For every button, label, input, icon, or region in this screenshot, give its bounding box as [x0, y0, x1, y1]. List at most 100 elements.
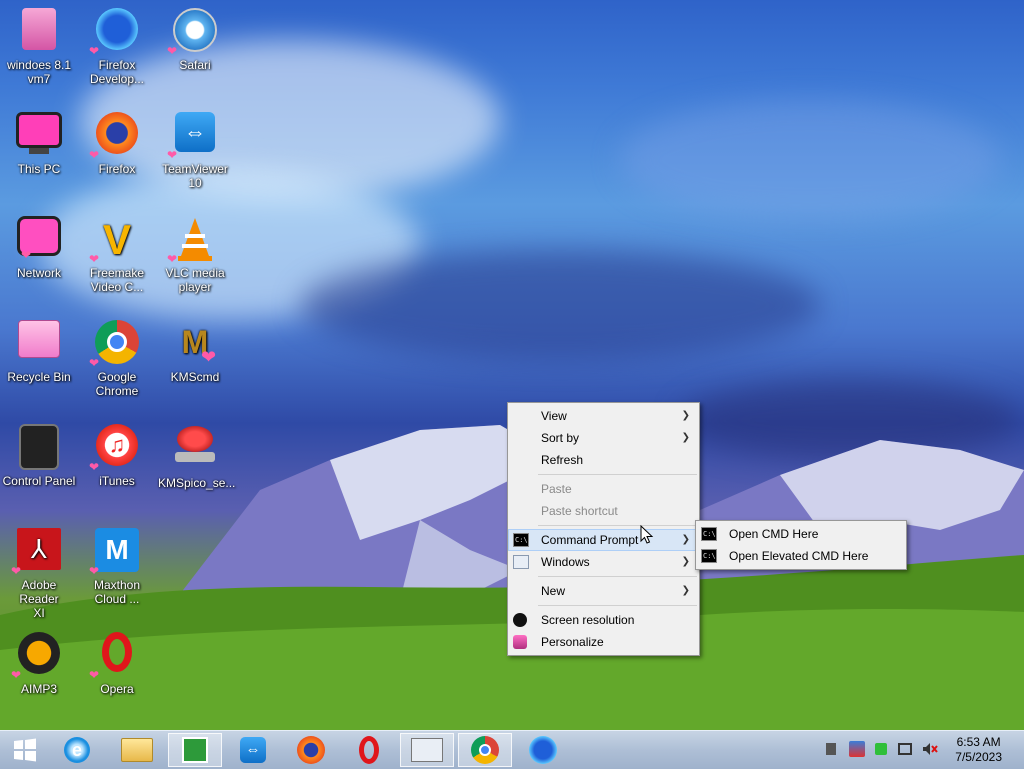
menu-item-refresh[interactable]: Refresh: [508, 449, 699, 471]
maxthon-icon: M ❤: [89, 528, 141, 578]
menu-item-new[interactable]: New ❯: [508, 580, 699, 602]
menu-separator: [538, 576, 697, 577]
security-shield-icon[interactable]: [849, 741, 865, 757]
taskbar-chrome[interactable]: [458, 733, 512, 767]
control-panel-icon: [15, 424, 63, 472]
desktop-icon-firefox-developer[interactable]: ❤ Firefox Develop...: [78, 2, 156, 86]
menu-item-label: Screen resolution: [541, 613, 635, 627]
volume-muted-icon[interactable]: [922, 741, 938, 757]
desktop-icon-this-pc[interactable]: This PC: [0, 106, 78, 176]
menu-item-label: Open CMD Here: [729, 527, 819, 541]
kmscmd-icon: M ❤: [181, 324, 217, 367]
desktop-icon-adobe-reader[interactable]: ⅄ ❤ Adobe Reader XI: [0, 522, 78, 620]
taskbar-opera[interactable]: [342, 733, 396, 767]
network-status-icon[interactable]: [898, 743, 912, 755]
taskbar-store[interactable]: [168, 733, 222, 767]
menu-item-sort-by[interactable]: Sort by ❯: [508, 427, 699, 449]
taskbar-internet-explorer[interactable]: e: [50, 733, 104, 767]
menu-item-open-cmd-here[interactable]: C:\ Open CMD Here: [696, 523, 906, 545]
network-icon: ❤: [15, 216, 63, 264]
menu-item-personalize[interactable]: Personalize: [508, 631, 699, 653]
opera-icon: ❤: [89, 632, 141, 682]
menu-item-label: View: [541, 409, 567, 423]
store-icon: [182, 737, 208, 763]
taskbar: e ⇔ 6:53 AM 7/5/2023: [0, 730, 1024, 769]
menu-item-screen-resolution[interactable]: Screen resolution: [508, 609, 699, 631]
chrome-icon: [471, 736, 499, 764]
chevron-right-icon: ❯: [681, 585, 690, 596]
taskbar-clock[interactable]: 6:53 AM 7/5/2023: [955, 735, 1002, 765]
desktop-icon-kmscmd[interactable]: M ❤ KMScmd: [156, 314, 234, 384]
menu-item-label: Windows: [541, 555, 590, 569]
desktop-icon-teamviewer[interactable]: ⇔ ❤ TeamViewer 10: [156, 106, 234, 190]
menu-item-label: Paste shortcut: [541, 504, 618, 518]
desktop-icon-maxthon[interactable]: M ❤ Maxthon Cloud ...: [78, 522, 156, 606]
windows-icon: [513, 555, 529, 569]
kmspico-icon: [171, 426, 219, 474]
menu-item-label: Refresh: [541, 453, 584, 467]
this-pc-icon: [15, 112, 63, 160]
safari-icon: ❤: [167, 8, 219, 58]
taskbar-firefox[interactable]: [284, 733, 338, 767]
menu-item-command-prompt[interactable]: C:\ Command Prompt ❯: [508, 529, 699, 551]
wallpaper-cloud: [620, 100, 1000, 220]
menu-item-open-elevated-cmd-here[interactable]: C:\ Open Elevated CMD Here: [696, 545, 906, 567]
menu-item-label: Open Elevated CMD Here: [729, 549, 869, 563]
teamviewer-icon: ⇔ ❤: [167, 112, 219, 162]
taskbar-firefox-developer[interactable]: [516, 733, 570, 767]
desktop-icon-itunes[interactable]: ♫ ❤ iTunes: [78, 418, 156, 488]
resource-monitor-icon: [411, 738, 443, 762]
internet-explorer-icon: e: [64, 737, 90, 763]
taskbar-resource-monitor[interactable]: [400, 733, 454, 767]
desktop-icon-user-folder[interactable]: windoes 8.1 vm7: [0, 2, 78, 86]
menu-separator: [538, 525, 697, 526]
desktop-icon-firefox[interactable]: ❤ Firefox: [78, 106, 156, 176]
file-explorer-icon: [121, 738, 153, 762]
menu-item-label: Paste: [541, 482, 572, 496]
chevron-right-icon: ❯: [681, 432, 690, 443]
menu-item-paste-shortcut: Paste shortcut: [508, 500, 699, 522]
desktop-context-menu: View ❯ Sort by ❯ Refresh Paste Paste short…: [507, 402, 700, 656]
clock-date: 7/5/2023: [955, 750, 1002, 764]
desktop-icon-safari[interactable]: ❤ Safari: [156, 2, 234, 72]
firefox-icon: [297, 736, 325, 764]
tray-app-icon[interactable]: [875, 743, 887, 755]
action-center-icon[interactable]: [826, 743, 836, 755]
firefox-developer-icon: [529, 736, 557, 764]
desktop-icon-chrome[interactable]: ❤ Google Chrome: [78, 314, 156, 398]
freemake-icon: V ❤: [89, 216, 131, 266]
desktop-icon-opera[interactable]: ❤ Opera: [78, 626, 156, 696]
menu-item-view[interactable]: View ❯: [508, 405, 699, 427]
command-prompt-icon: C:\: [701, 527, 717, 541]
recycle-bin-icon: [15, 320, 63, 368]
taskbar-file-explorer[interactable]: [110, 733, 164, 767]
chrome-icon: ❤: [89, 320, 141, 370]
screen-resolution-icon: [513, 613, 527, 627]
desktop-icon-recycle-bin[interactable]: Recycle Bin: [0, 314, 78, 384]
elevated-command-prompt-icon: C:\: [701, 549, 717, 563]
menu-item-paste: Paste: [508, 478, 699, 500]
start-button[interactable]: [0, 733, 50, 767]
teamviewer-icon: ⇔: [240, 737, 266, 763]
menu-item-label: New: [541, 584, 566, 598]
desktop-icon-control-panel[interactable]: Control Panel: [0, 418, 78, 488]
wallpaper-cloud: [300, 250, 820, 360]
chevron-right-icon: ❯: [681, 556, 690, 567]
chevron-right-icon: ❯: [681, 534, 690, 545]
clock-time: 6:53 AM: [956, 735, 1001, 749]
command-prompt-submenu: C:\ Open CMD Here C:\ Open Elevated CMD …: [695, 520, 907, 570]
opera-icon: [359, 736, 379, 764]
menu-item-label: Personalize: [541, 635, 604, 649]
taskbar-teamviewer[interactable]: ⇔: [226, 733, 280, 767]
mouse-cursor-icon: [640, 525, 654, 544]
desktop-icon-network[interactable]: ❤ Network: [0, 210, 78, 280]
menu-item-label: Sort by: [541, 431, 580, 445]
menu-item-windows[interactable]: Windows ❯: [508, 551, 699, 573]
desktop-icon-kmspico[interactable]: KMSpico_se...: [156, 418, 235, 490]
aimp-icon: ❤: [11, 632, 63, 682]
command-prompt-icon: C:\: [513, 533, 529, 547]
desktop-icon-freemake[interactable]: V ❤ Freemake Video C...: [78, 210, 156, 294]
desktop-icon-aimp[interactable]: ❤ AIMP3: [0, 626, 78, 696]
itunes-icon: ♫ ❤: [89, 424, 141, 474]
desktop-icon-vlc[interactable]: ❤ VLC media player: [156, 210, 234, 294]
